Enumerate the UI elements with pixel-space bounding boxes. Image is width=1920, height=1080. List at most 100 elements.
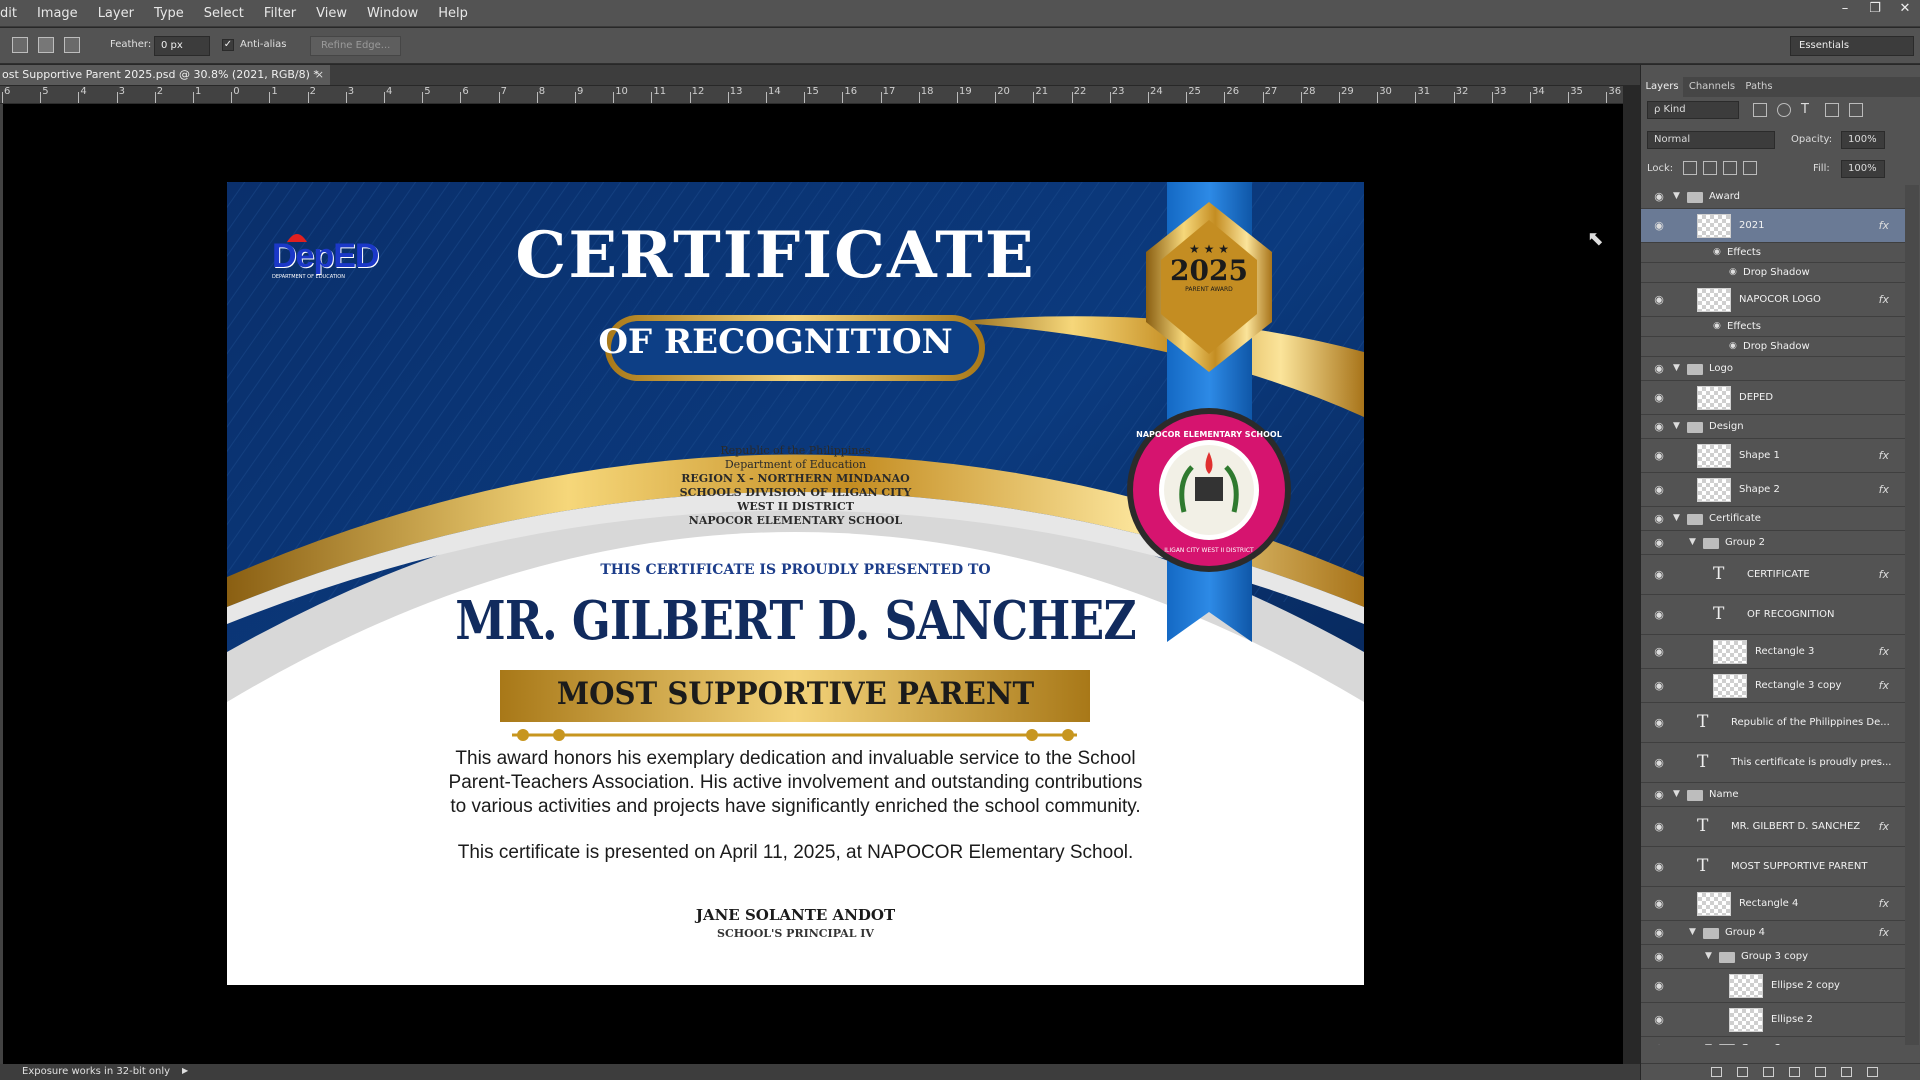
antialias-checkbox[interactable]: ✓ [222,39,234,51]
minimize-button[interactable]: – [1830,0,1860,20]
expand-triangle-icon[interactable]: ▼ [1673,363,1680,373]
menu-item[interactable]: Layer [88,0,144,27]
fx-icon[interactable]: fx [1879,219,1889,232]
fx-icon[interactable]: fx [1879,449,1889,462]
kind-filter-select[interactable]: ρ Kind [1647,101,1739,119]
workspace-select[interactable]: Essentials [1790,36,1914,56]
layer-row[interactable]: ◉ T This certificate is proudly pres... [1641,743,1905,783]
layer-row[interactable]: ◉ ▼ Design [1641,415,1905,439]
layer-row[interactable]: ◉ NAPOCOR LOGO fx [1641,283,1905,317]
certificate-artboard[interactable]: DepED DEPARTMENT OF EDUCATION CERTIFICAT… [227,182,1364,985]
layers-scrollbar[interactable] [1905,185,1919,1045]
menu-item[interactable]: dit [0,0,27,27]
layer-row[interactable]: ◉ Effects [1641,243,1905,263]
visibility-eye-icon[interactable]: ◉ [1651,513,1667,524]
layer-row[interactable]: ◉ ▼ Group 4 fx [1641,921,1905,945]
document-canvas[interactable]: DepED DEPARTMENT OF EDUCATION CERTIFICAT… [3,104,1623,1064]
fx-icon[interactable]: fx [1879,897,1889,910]
opacity-input[interactable]: 100% [1841,131,1885,149]
link-layers-icon[interactable] [1711,1067,1722,1077]
layer-row[interactable]: ◉ T OF RECOGNITION [1641,595,1905,635]
visibility-eye-icon[interactable]: ◉ [1651,1043,1667,1045]
expand-triangle-icon[interactable]: ▼ [1673,421,1680,431]
layer-row[interactable]: ◉ ▼ Logo [1641,357,1905,381]
layer-row[interactable]: ◉ Ellipse 2 copy [1641,969,1905,1003]
layer-row[interactable]: ◉ Shape 2 fx [1641,473,1905,507]
visibility-eye-icon[interactable]: ◉ [1651,537,1667,548]
effect-visibility-icon[interactable]: ◉ [1713,321,1721,331]
refine-edge-button[interactable]: Refine Edge... [310,36,402,56]
effect-visibility-icon[interactable]: ◉ [1713,247,1721,257]
menu-item[interactable]: Type [144,0,194,27]
visibility-eye-icon[interactable]: ◉ [1651,1014,1667,1025]
layer-row[interactable]: ◉ Rectangle 4 fx [1641,887,1905,921]
visibility-eye-icon[interactable]: ◉ [1651,392,1667,403]
shape-filter-icon[interactable] [1825,103,1839,117]
layer-row[interactable]: ◉ T Republic of the Philippines De... [1641,703,1905,743]
lock-position-icon[interactable] [1723,161,1737,175]
fx-icon[interactable]: fx [1879,645,1889,658]
expand-triangle-icon[interactable]: ▼ [1689,537,1696,547]
expand-triangle-icon[interactable]: ▼ [1705,1043,1712,1045]
fx-icon[interactable]: fx [1879,926,1889,939]
tab-paths[interactable]: Paths [1741,77,1777,97]
layer-row[interactable]: ◉ T CERTIFICATE fx [1641,555,1905,595]
new-group-icon[interactable] [1815,1067,1826,1077]
fx-icon[interactable]: fx [1879,820,1889,833]
layer-row[interactable]: ◉ Shape 1 fx [1641,439,1905,473]
layer-row[interactable]: ◉ ▼ Name [1641,783,1905,807]
layer-row[interactable]: ◉ Rectangle 3 fx [1641,635,1905,669]
menu-item[interactable]: Image [27,0,88,27]
smart-filter-icon[interactable] [1849,103,1863,117]
fx-icon[interactable]: fx [1879,483,1889,496]
visibility-eye-icon[interactable]: ◉ [1651,421,1667,432]
feather-input[interactable]: 0 px [154,36,210,56]
layer-row[interactable]: ◉ T MR. GILBERT D. SANCHEZ fx [1641,807,1905,847]
menu-item[interactable]: Window [357,0,428,27]
layer-row[interactable]: ◉ Drop Shadow [1641,263,1905,283]
add-selection-icon[interactable] [38,37,54,53]
layer-row[interactable]: ◉ ▼ Group 3 copy [1641,945,1905,969]
expand-triangle-icon[interactable]: ▼ [1673,191,1680,201]
visibility-eye-icon[interactable]: ◉ [1651,757,1667,768]
layer-row[interactable]: ◉ ▼ Group 2 [1641,531,1905,555]
visibility-eye-icon[interactable]: ◉ [1651,191,1667,202]
layer-row[interactable]: ◉ DEPED [1641,381,1905,415]
blend-mode-select[interactable]: Normal [1647,131,1775,149]
expand-triangle-icon[interactable]: ▼ [1673,789,1680,799]
layer-row[interactable]: ◉ 2021 fx [1641,209,1905,243]
visibility-eye-icon[interactable]: ◉ [1651,569,1667,580]
menu-item[interactable]: Select [194,0,254,27]
visibility-eye-icon[interactable]: ◉ [1651,821,1667,832]
effect-visibility-icon[interactable]: ◉ [1729,341,1737,351]
visibility-eye-icon[interactable]: ◉ [1651,450,1667,461]
fx-icon[interactable]: fx [1879,679,1889,692]
layer-row[interactable]: ◉ Drop Shadow [1641,337,1905,357]
menu-item[interactable]: Filter [254,0,306,27]
fx-icon[interactable]: fx [1879,293,1889,306]
visibility-eye-icon[interactable]: ◉ [1651,898,1667,909]
add-mask-icon[interactable] [1763,1067,1774,1077]
adjustment-filter-icon[interactable] [1777,103,1791,117]
visibility-eye-icon[interactable]: ◉ [1651,680,1667,691]
visibility-eye-icon[interactable]: ◉ [1651,294,1667,305]
restore-button[interactable]: ❐ [1860,0,1890,20]
expand-triangle-icon[interactable]: ▼ [1705,951,1712,961]
visibility-eye-icon[interactable]: ◉ [1651,980,1667,991]
visibility-eye-icon[interactable]: ◉ [1651,363,1667,374]
layer-row[interactable]: ◉ Rectangle 3 copy fx [1641,669,1905,703]
tab-layers[interactable]: Layers [1641,77,1683,97]
fill-input[interactable]: 100% [1841,160,1885,178]
layer-row[interactable]: ◉ ▼ Group 3 [1641,1037,1905,1045]
new-layer-icon[interactable] [1841,1067,1852,1077]
layer-row[interactable]: ◉ Effects [1641,317,1905,337]
document-tab[interactable]: ost Supportive Parent 2025.psd @ 30.8% (… [0,65,330,85]
new-selection-icon[interactable] [12,37,28,53]
lock-all-icon[interactable] [1743,161,1757,175]
menu-item[interactable]: Help [428,0,478,27]
visibility-eye-icon[interactable]: ◉ [1651,717,1667,728]
new-adjustment-icon[interactable] [1789,1067,1800,1077]
expand-triangle-icon[interactable]: ▼ [1689,927,1696,937]
layer-row[interactable]: ◉ ▼ Award [1641,185,1905,209]
status-arrow-icon[interactable]: ▶ [182,1066,188,1075]
